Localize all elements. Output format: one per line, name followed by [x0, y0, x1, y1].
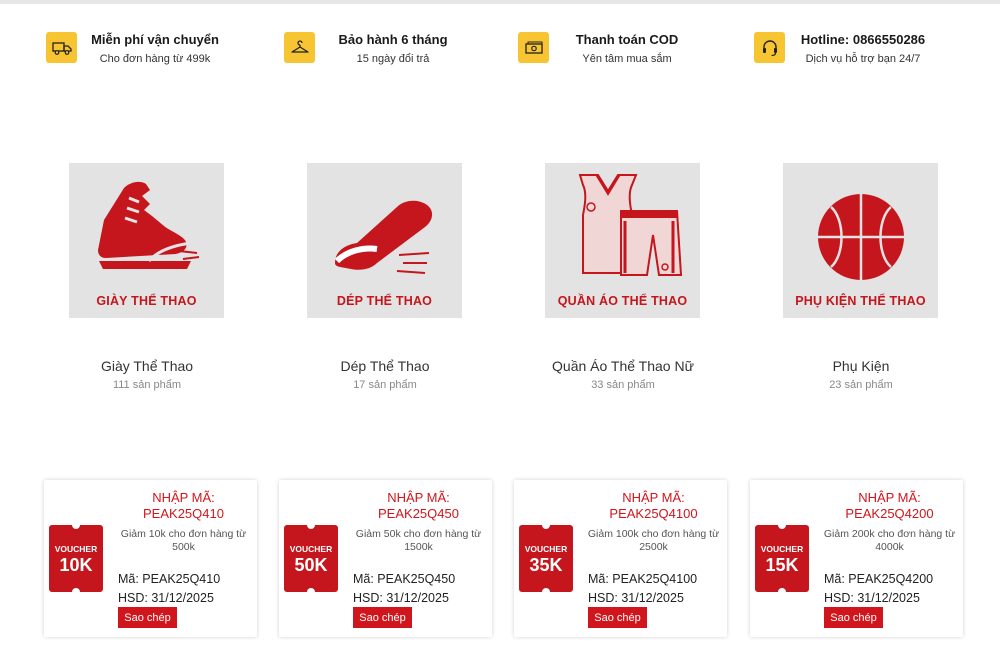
hanger-icon [284, 32, 315, 63]
category-count: 111 sản phẩm [112, 379, 182, 391]
feature-bar: Miễn phí vận chuyển Cho đơn hàng từ 499k… [0, 24, 1000, 74]
voucher-ticket-value: 50K [294, 555, 328, 575]
voucher-title-prefix: NHẬP MÃ: [622, 490, 685, 505]
voucher-expiry: HSD: 31/12/2025 [824, 591, 920, 605]
category-name[interactable]: Phụ Kiện [765, 358, 957, 374]
category-card-sandals[interactable]: DÉP THỂ THAO Dép Thể Thao 17 sản phẩm [289, 163, 489, 403]
voucher-title-code: PEAK25Q410 [143, 506, 224, 521]
voucher-ticket-icon: VOUCHER 15K [755, 521, 809, 596]
voucher-title: NHẬP MÃ: PEAK25Q410 [116, 490, 251, 522]
category-image-label: DÉP THỂ THAO [336, 294, 433, 308]
voucher-title: NHẬP MÃ: PEAK25Q4100 [586, 490, 721, 522]
feature-subtitle: 15 ngày đổi trả [356, 53, 430, 65]
voucher-code: Mã: PEAK25Q4100 [588, 572, 698, 586]
voucher-title-prefix: NHẬP MÃ: [858, 490, 921, 505]
voucher-title-prefix: NHẬP MÃ: [152, 490, 215, 505]
copy-code-button[interactable]: Sao chép [588, 607, 647, 628]
feature-title: Bảo hành 6 tháng [338, 32, 448, 47]
category-count: 17 sản phẩm [353, 379, 417, 391]
voucher-ticket-label: VOUCHER [54, 544, 98, 554]
category-name[interactable]: Quần Áo Thể Thao Nữ [527, 358, 719, 374]
category-name[interactable]: Dép Thể Thao [289, 358, 481, 374]
feature-title: Miễn phí vận chuyển [91, 32, 219, 47]
category-image-label: QUẦN ÁO THỂ THAO [557, 294, 688, 308]
voucher-title: NHẬP MÃ: PEAK25Q450 [351, 490, 486, 522]
voucher-code: Mã: PEAK25Q450 [353, 572, 456, 586]
feature-subtitle: Dịch vụ hỗ trợ bạn 24/7 [805, 53, 921, 65]
top-divider [0, 0, 1000, 4]
basketball-icon [818, 194, 904, 280]
voucher-description: Giảm 50k cho đơn hàng từ 1500k [355, 528, 482, 553]
category-card-accessories[interactable]: PHỤ KIỆN THỂ THAO Phụ Kiện 23 sản phẩm [765, 163, 965, 403]
voucher-title-code: PEAK25Q4100 [609, 506, 698, 521]
voucher-ticket-label: VOUCHER [524, 544, 568, 554]
voucher-card: VOUCHER 50K NHẬP MÃ: PEAK25Q450 Giảm 50k… [279, 480, 492, 637]
voucher-card: VOUCHER 35K NHẬP MÃ: PEAK25Q4100 Giảm 10… [514, 480, 727, 637]
jersey-shorts-icon [578, 174, 683, 276]
sneaker-icon [98, 181, 200, 269]
cash-icon [518, 32, 549, 63]
copy-code-button[interactable]: Sao chép [353, 607, 412, 628]
category-count: 23 sản phẩm [829, 379, 893, 391]
feature-cod: Thanh toán COD Yên tâm mua sắm [472, 24, 707, 74]
feature-warranty: Bảo hành 6 tháng 15 ngày đổi trả [238, 24, 473, 74]
voucher-title-code: PEAK25Q450 [378, 506, 459, 521]
truck-icon [46, 32, 77, 63]
category-image-label: GIÀY THỂ THAO [96, 294, 197, 308]
slide-sandal-icon [334, 200, 433, 274]
voucher-expiry: HSD: 31/12/2025 [118, 591, 214, 605]
category-count: 33 sản phẩm [591, 379, 655, 391]
category-image[interactable]: DÉP THỂ THAO [307, 163, 462, 318]
feature-subtitle: Yên tâm mua sắm [582, 53, 672, 65]
category-image[interactable]: QUẦN ÁO THỂ THAO [545, 163, 700, 318]
voucher-ticket-icon: VOUCHER 10K [49, 521, 103, 596]
category-image-label: PHỤ KIỆN THỂ THAO [795, 294, 926, 308]
voucher-ticket-label: VOUCHER [289, 544, 333, 554]
voucher-title-prefix: NHẬP MÃ: [387, 490, 450, 505]
category-image[interactable]: PHỤ KIỆN THỂ THAO [783, 163, 938, 318]
voucher-description: Giảm 10k cho đơn hàng từ 500k [120, 528, 247, 553]
feature-subtitle: Cho đơn hàng từ 499k [99, 53, 211, 65]
category-name[interactable]: Giày Thể Thao [51, 358, 243, 374]
category-image[interactable]: GIÀY THỂ THAO [69, 163, 224, 318]
voucher-ticket-icon: VOUCHER 35K [519, 521, 573, 596]
voucher-title: NHẬP MÃ: PEAK25Q4200 [822, 490, 957, 522]
copy-code-button[interactable]: Sao chép [824, 607, 883, 628]
voucher-expiry: HSD: 31/12/2025 [353, 591, 449, 605]
voucher-ticket-label: VOUCHER [760, 544, 804, 554]
voucher-code: Mã: PEAK25Q410 [118, 572, 221, 586]
category-card-shoes[interactable]: GIÀY THỂ THAO Giày Thể Thao 111 sản phẩm [51, 163, 251, 403]
feature-title: Hotline: 0866550286 [800, 32, 926, 47]
category-card-apparel[interactable]: QUẦN ÁO THỂ THAO Quần Áo Thể Thao Nữ 33 … [527, 163, 727, 403]
voucher-code: Mã: PEAK25Q4200 [824, 572, 934, 586]
voucher-title-code: PEAK25Q4200 [845, 506, 934, 521]
feature-hotline[interactable]: Hotline: 0866550286 Dịch vụ hỗ trợ bạn 2… [708, 24, 943, 74]
voucher-card: VOUCHER 15K NHẬP MÃ: PEAK25Q4200 Giảm 20… [750, 480, 963, 637]
voucher-ticket-value: 10K [59, 555, 93, 575]
feature-title: Thanh toán COD [575, 32, 679, 47]
voucher-expiry: HSD: 31/12/2025 [588, 591, 684, 605]
voucher-ticket-icon: VOUCHER 50K [284, 521, 338, 596]
voucher-card: VOUCHER 10K NHẬP MÃ: PEAK25Q410 Giảm 10k… [44, 480, 257, 637]
voucher-description: Giảm 200k cho đơn hàng từ 4000k [823, 528, 956, 553]
feature-free-shipping: Miễn phí vận chuyển Cho đơn hàng từ 499k [0, 24, 235, 74]
copy-code-button[interactable]: Sao chép [118, 607, 177, 628]
voucher-ticket-value: 35K [529, 555, 563, 575]
voucher-ticket-value: 15K [765, 555, 799, 575]
headset-icon [754, 32, 785, 63]
voucher-description: Giảm 100k cho đơn hàng từ 2500k [587, 528, 720, 553]
